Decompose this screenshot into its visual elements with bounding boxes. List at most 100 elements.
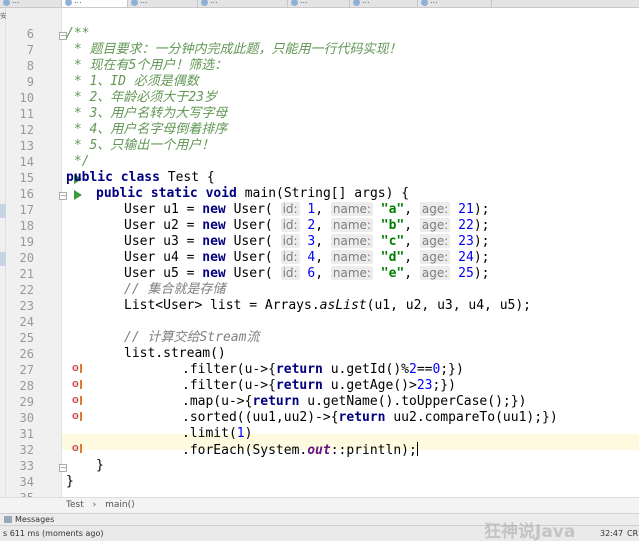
code-line: User u4 = new User( id: 4, name: "d", ag… (124, 250, 490, 265)
fold-toggle-icon[interactable]: − (59, 464, 67, 472)
editor-tab[interactable]: ... (288, 0, 350, 7)
text-caret (416, 442, 418, 456)
messages-icon (4, 516, 12, 523)
code-line: * 题目要求：一分钟内完成此题，只能用一行代码实现！ (66, 42, 402, 57)
editor-tab-active[interactable]: ... (62, 0, 128, 7)
breadcrumb: Test › main() (0, 497, 639, 513)
param-hint: age: (419, 250, 451, 264)
param-hint: id: (280, 234, 300, 248)
code-line: .map(u->{return u.getName().toUpperCase(… (182, 394, 527, 409)
lambda-marker[interactable]: ʘ (36, 362, 82, 378)
lambda-marker[interactable]: ʘ (36, 442, 82, 458)
java-file-icon (65, 0, 72, 6)
line-number: 21 (19, 267, 34, 281)
lambda-icon: ʘ (72, 364, 82, 373)
line-number: 24 (19, 315, 34, 329)
line-number: 13 (19, 139, 34, 153)
line-number: 14 (19, 155, 34, 169)
code-line: .filter(u->{return u.getId()%2==0;}) (182, 362, 464, 377)
code-line: .filter(u->{return u.getAge()>23;}) (182, 378, 456, 393)
code-line: * 1、ID 必须是偶数 (66, 74, 199, 89)
line-number: 18 (19, 219, 34, 233)
lambda-icon: ʘ (72, 412, 82, 421)
code-line: .sorted((uu1,uu2)->{return uu2.compareTo… (182, 410, 558, 425)
code-line: User u5 = new User( id: 6, name: "e", ag… (124, 266, 490, 281)
watermark-text: 狂神说Java (484, 522, 576, 541)
code-line: } (66, 474, 74, 489)
code-line: * 4、用户名字母倒着排序 (66, 122, 228, 137)
line-number: 26 (19, 347, 34, 361)
line-number: 30 (19, 411, 34, 425)
lambda-marker[interactable]: ʘ (36, 410, 82, 426)
editor-tab[interactable]: ... (198, 0, 288, 7)
lambda-icon: ʘ (72, 396, 82, 405)
line-number: 19 (19, 235, 34, 249)
line-number: 10 (19, 91, 34, 105)
line-number: 15 (19, 171, 34, 185)
editor-tab[interactable]: ... (0, 0, 62, 7)
caret-position[interactable]: 32:47 (600, 526, 623, 541)
code-line: * 现在有5个用户！筛选： (66, 58, 228, 73)
line-number: 8 (26, 59, 34, 73)
line-number: 28 (19, 379, 34, 393)
line-number: 7 (26, 43, 34, 57)
run-class-marker[interactable] (36, 170, 82, 186)
breadcrumb-item[interactable]: Test (66, 500, 84, 510)
java-file-icon (131, 0, 138, 6)
param-hint: name: (330, 250, 373, 264)
breadcrumb-item[interactable]: main() (105, 500, 135, 510)
line-number: 32 (19, 443, 34, 457)
param-hint: age: (419, 202, 451, 216)
messages-tool-button[interactable]: Messages (15, 515, 54, 524)
line-number: 23 (19, 299, 34, 313)
param-hint: name: (330, 218, 373, 232)
lambda-marker[interactable]: ʘ (36, 394, 82, 410)
code-line: public class Test { (66, 170, 215, 185)
param-hint: id: (280, 266, 300, 280)
code-line: */ (66, 154, 90, 169)
code-line: User u3 = new User( id: 3, name: "c", ag… (124, 234, 490, 249)
code-comment: // 集合就是存储 (124, 282, 226, 297)
code-line: User u2 = new User( id: 2, name: "b", ag… (124, 218, 490, 233)
param-hint: name: (330, 202, 373, 216)
param-hint: id: (280, 250, 300, 264)
param-hint: name: (330, 266, 373, 280)
code-line: * 2、年龄必须大于23岁 (66, 90, 217, 105)
java-file-icon (3, 0, 10, 6)
java-file-icon (201, 0, 208, 6)
line-number: 33 (19, 459, 34, 473)
line-separator[interactable]: CR (627, 526, 638, 541)
lambda-marker[interactable]: ʘ (36, 378, 82, 394)
param-hint: id: (280, 218, 300, 232)
line-number: 22 (19, 283, 34, 297)
editor-tab-bar: ... ... ... ... ... ... ... (0, 0, 639, 8)
param-hint: id: (280, 202, 300, 216)
code-line: /** (66, 26, 90, 41)
code-line: .limit(1) (182, 426, 253, 441)
line-number: 34 (19, 475, 34, 489)
editor-tab[interactable]: ... (350, 0, 418, 7)
code-line: list.stream() (124, 346, 226, 361)
status-bar: s 611 ms (moments ago) 狂神说Java 32:47 CR (0, 522, 639, 541)
status-message: s 611 ms (moments ago) (3, 529, 104, 538)
param-hint: name: (330, 234, 373, 248)
param-hint: age: (419, 234, 451, 248)
java-file-icon (353, 0, 360, 6)
fold-toggle-icon[interactable]: − (59, 192, 67, 200)
editor-tab[interactable]: ... (418, 0, 492, 7)
line-number: 20 (19, 251, 34, 265)
code-line: List<User> list = Arrays.asList(u1, u2, … (124, 298, 532, 313)
run-main-marker[interactable] (36, 186, 82, 202)
code-line: .forEach(System.out::println); (182, 442, 418, 458)
param-hint: age: (419, 218, 451, 232)
line-number: 27 (19, 363, 34, 377)
editor-tab[interactable]: ... (128, 0, 198, 7)
java-file-icon (421, 0, 428, 6)
line-number: 17 (19, 203, 34, 217)
code-line: public static void main(String[] args) { (96, 186, 410, 201)
line-number: 31 (19, 427, 34, 441)
line-number: 9 (26, 75, 34, 89)
code-line: * 3、用户名转为大写字母 (66, 106, 228, 121)
line-number: 29 (19, 395, 34, 409)
code-line: * 5、只输出一个用户！ (66, 138, 215, 153)
